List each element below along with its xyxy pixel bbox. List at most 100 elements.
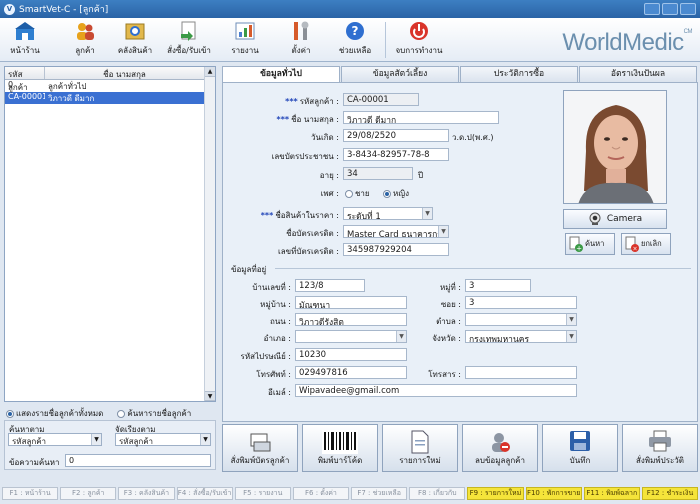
search-box: ค้นหาตาม รหัสลูกค้า ▼ จัดเรียงตาม รหัสลูก… [4, 420, 216, 470]
chevron-down-icon: ▼ [566, 314, 576, 325]
inventory-icon [125, 23, 145, 40]
house-no-label: บ้านเลขที่ : [252, 283, 291, 292]
id-card-label: เลขบัตรประชาชน : [271, 152, 339, 161]
grid-vertical-scrollbar[interactable]: ▲ ▼ [204, 67, 215, 401]
id-card-field[interactable]: 3-8434-82957-78-8 [343, 148, 449, 161]
fkey-f1[interactable]: F1 : หน้าร้าน [2, 487, 59, 500]
radio-search[interactable]: ค้นหารายชื่อลูกค้า [117, 407, 191, 420]
radio-empty-icon [345, 189, 353, 198]
postcode-field[interactable]: 10230 [295, 348, 407, 361]
tab-purchase-history[interactable]: ประวัติการซื้อ [460, 66, 578, 82]
toolbar-settings-button[interactable]: ตั้งค่า [278, 20, 324, 60]
toolbar-storefront-button[interactable]: หน้าร้าน [2, 20, 48, 60]
card-name-label: ชื่อบัตรเครดิต : [286, 229, 339, 238]
chevron-down-icon: ▼ [91, 434, 101, 445]
table-row[interactable]: 0 ลูกค้าทั่วไป [5, 80, 215, 92]
barcode-icon [322, 430, 358, 454]
fkey-f4[interactable]: F4 : สั่งซื้อ/รับเข้า [176, 487, 233, 500]
print-card-icon [250, 433, 271, 452]
fkey-f2[interactable]: F2 : ลูกค้า [60, 487, 117, 500]
svg-text:×: × [632, 246, 637, 253]
search-by-select[interactable]: รหัสลูกค้า ▼ [8, 433, 102, 446]
scroll-up-arrow-icon[interactable]: ▲ [205, 67, 215, 77]
subdistrict-label: ตำบล : [436, 317, 461, 326]
gender-male-radio[interactable]: ชาย [345, 187, 370, 200]
report-chart-icon [235, 22, 255, 40]
tab-dividend-rate[interactable]: อัตราเงินปันผล [579, 66, 697, 82]
row-name: วิภาวดี ดีมาก [48, 94, 95, 103]
toolbar-report-button[interactable]: รายงาน [222, 20, 268, 60]
birth-date-field[interactable]: 29/08/2520 [343, 129, 449, 142]
fkey-f5[interactable]: F5 : รายงาน [234, 487, 291, 500]
tab-pets[interactable]: ข้อมูลสัตว์เลี้ยง [341, 66, 459, 82]
storefront-icon [15, 22, 35, 40]
email-field[interactable]: Wipavadee@gmail.com [295, 384, 577, 397]
new-record-button[interactable]: รายการใหม่ [382, 424, 458, 472]
print-barcode-button[interactable]: พิมพ์บาร์โค้ด [302, 424, 378, 472]
toolbar-customer-button[interactable]: ลูกค้า [62, 20, 108, 60]
save-button[interactable]: บันทึก [542, 424, 618, 472]
svg-text:+: + [576, 245, 582, 253]
printer-icon [649, 430, 671, 452]
radio-show-all[interactable]: แสดงรายชื่อลูกค้าทั้งหมด [6, 407, 103, 420]
fkey-f7[interactable]: F7 : ช่วยเหลือ [351, 487, 408, 500]
era-label: ว.ด.ป(พ.ศ.) [452, 133, 494, 142]
card-number-field[interactable]: 345987929204 [343, 243, 449, 256]
subdistrict-select[interactable]: ▼ [465, 313, 577, 326]
search-text-label: ข้อความค้นหา [9, 458, 60, 467]
fkey-f11[interactable]: F11 : พิมพ์ฉลาก [583, 487, 640, 500]
province-select[interactable]: กรุงเทพมหานคร ▼ [465, 330, 577, 343]
price-level-select[interactable]: ระดับที่ 1 ▼ [343, 207, 433, 220]
search-text-input[interactable]: 0 [65, 454, 211, 467]
fkey-f6[interactable]: F6 : ตั้งค่า [292, 487, 350, 500]
toolbar-inventory-button[interactable]: คลังสินค้า [112, 20, 158, 60]
fkey-f3[interactable]: F3 : คลังสินค้า [118, 487, 175, 500]
delete-customer-icon [492, 433, 510, 452]
webcam-icon [589, 212, 601, 225]
village-field[interactable]: มัณฑนา [295, 296, 407, 309]
moo-field[interactable]: 3 [465, 279, 531, 292]
column-header-code[interactable]: รหัสลูกค้า [5, 67, 45, 92]
maximize-button[interactable] [662, 3, 678, 15]
fkey-f12[interactable]: F12 : ชำระเงิน [641, 487, 699, 500]
browse-photo-button[interactable]: + ค้นหา [565, 233, 615, 255]
soi-field[interactable]: 3 [465, 296, 577, 309]
phone-field[interactable]: 029497816 [295, 366, 407, 379]
minimize-button[interactable] [644, 3, 660, 15]
tab-general[interactable]: ข้อมูลทั่วไป [222, 66, 340, 82]
sort-by-select[interactable]: รหัสลูกค้า ▼ [115, 433, 211, 446]
cancel-photo-button[interactable]: × ยกเลิก [621, 233, 671, 255]
customer-code-field[interactable]: CA-00001 [343, 93, 419, 106]
table-row-selected[interactable]: CA-00001 วิภาวดี ดีมาก [5, 92, 204, 104]
house-no-field[interactable]: 123/8 [295, 279, 365, 292]
camera-button[interactable]: Camera [563, 209, 667, 229]
fax-field[interactable] [465, 366, 577, 379]
function-key-bar: F1 : หน้าร้าน F2 : ลูกค้า F3 : คลังสินค้… [2, 487, 699, 500]
fkey-f10[interactable]: F10 : พักการขาย [525, 487, 582, 500]
delete-customer-button[interactable]: ลบข้อมูลลูกค้า [462, 424, 538, 472]
card-name-select[interactable]: Master Card ธนาคารกรุ ▼ [343, 225, 449, 238]
print-customer-card-button[interactable]: สั่งพิมพ์บัตรลูกค้า [222, 424, 298, 472]
settings-tools-icon [294, 21, 309, 40]
road-field[interactable]: วิภาวดีรังสิต [295, 313, 407, 326]
customer-list-panel: รหัสลูกค้า ชื่อ นามสกุล 0 ลูกค้าทั่วไป C… [4, 66, 216, 470]
district-select[interactable]: ▼ [295, 330, 407, 343]
age-unit-label: ปี [418, 171, 424, 180]
main-toolbar: หน้าร้าน ลูกค้า คลังสินค้า สั่งซื้อ/รับเ… [0, 18, 700, 62]
list-mode-radios: แสดงรายชื่อลูกค้าทั้งหมด ค้นหารายชื่อลูก… [6, 407, 191, 420]
scroll-down-arrow-icon[interactable]: ▼ [205, 391, 215, 401]
full-name-field[interactable]: วิภาวดี ดีมาก [343, 111, 499, 124]
column-header-name[interactable]: ชื่อ นามสกุล [45, 67, 205, 79]
close-button[interactable] [680, 3, 696, 15]
toolbar-purchase-button[interactable]: สั่งซื้อ/รับเข้า [166, 20, 212, 60]
chevron-down-icon: ▼ [396, 331, 406, 342]
toolbar-separator [385, 22, 386, 58]
village-label: หมู่บ้าน : [260, 300, 291, 309]
print-history-button[interactable]: สั่งพิมพ์ประวัติ [622, 424, 698, 472]
row-name: ลูกค้าทั่วไป [48, 82, 87, 91]
gender-female-radio[interactable]: หญิง [383, 187, 409, 200]
toolbar-exit-button[interactable]: จบการทำงาน [395, 20, 443, 60]
fkey-f8[interactable]: F8 : เกี่ยวกับ [409, 487, 466, 500]
fkey-f9[interactable]: F9 : รายการใหม่ [467, 487, 524, 500]
toolbar-help-button[interactable]: ? ช่วยเหลือ [332, 20, 378, 60]
